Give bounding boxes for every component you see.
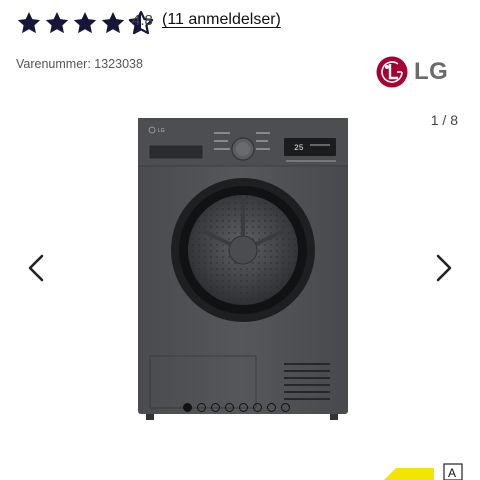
star-icon xyxy=(45,11,69,34)
product-image: LG 25 xyxy=(138,118,348,420)
brand-name: LG xyxy=(414,58,449,85)
dryer-display-readout: 25 xyxy=(294,144,304,153)
reviews-link[interactable]: (11 anmeldelser) xyxy=(162,11,281,29)
gallery-dot[interactable] xyxy=(239,403,248,412)
gallery-counter: 1 / 8 xyxy=(430,112,458,128)
gallery-dot[interactable] xyxy=(225,403,234,412)
gallery-dot[interactable] xyxy=(183,403,192,412)
gallery-dot[interactable] xyxy=(281,403,290,412)
sku-label: Varenummer: 1323038 xyxy=(16,57,143,71)
gallery-dots xyxy=(183,403,290,412)
lg-logo-icon xyxy=(376,56,408,88)
chevron-right-icon[interactable] xyxy=(432,250,456,286)
brand-logo: LG xyxy=(376,56,448,88)
svg-text:LG: LG xyxy=(158,128,165,134)
energy-class-band xyxy=(384,468,434,480)
gallery-dot[interactable] xyxy=(211,403,220,412)
star-icon xyxy=(73,11,97,34)
energy-label[interactable]: A xyxy=(384,463,480,480)
gallery-dot[interactable] xyxy=(253,403,262,412)
gallery-dot[interactable] xyxy=(197,403,206,412)
star-icon xyxy=(17,11,41,34)
gallery-dot[interactable] xyxy=(267,403,276,412)
rating-value: 4.8 xyxy=(132,12,153,29)
energy-class: A xyxy=(448,466,456,480)
star-icon xyxy=(101,11,125,34)
chevron-left-icon[interactable] xyxy=(24,250,48,286)
